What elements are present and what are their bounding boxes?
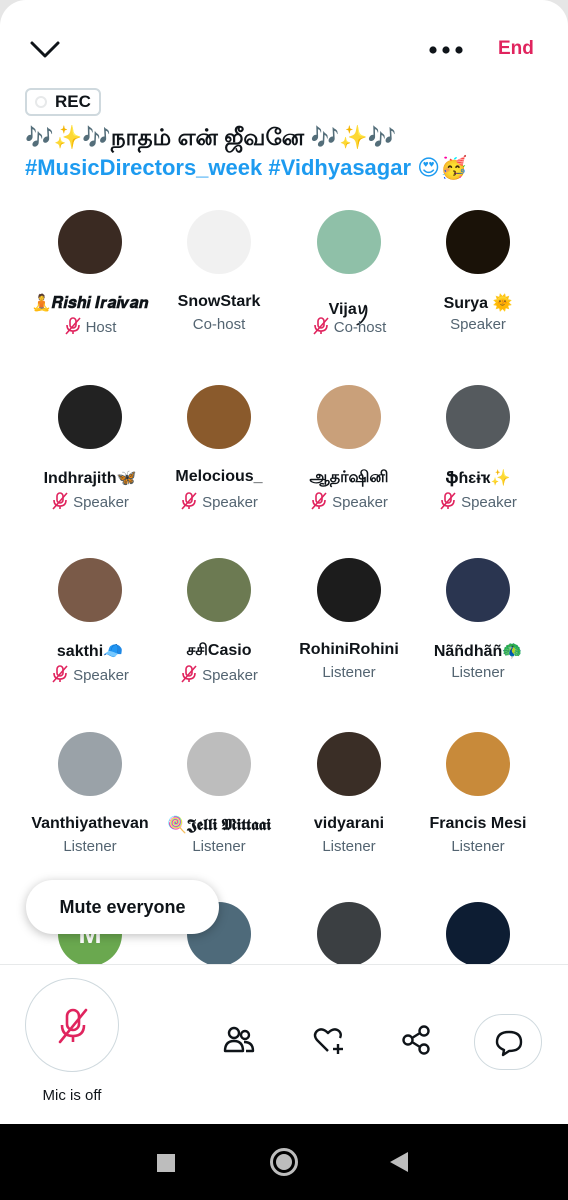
participant-role: Listener [284,838,414,860]
avatar[interactable] [317,385,381,449]
role-label: Co-host [192,316,246,333]
role-label: Speaker [450,316,506,333]
mic-off-icon [440,492,456,510]
avatar[interactable] [317,732,381,796]
space-sheet: End REC 🎶✨🎶நாதம் என் ஜீவனே 🎶✨🎶 #MusicDir… [0,0,568,1124]
rec-badge: REC [25,88,101,116]
mic-off-icon [52,492,68,510]
mic-status-label: Mic is off [42,1087,102,1104]
participant-role: Listener [284,664,414,686]
more-icon[interactable] [426,38,466,62]
participant-role: Listener [413,838,543,860]
participant-name: vidyarani [313,815,385,832]
mic-off-icon [313,317,329,335]
mic-off-icon [181,665,197,683]
home-icon[interactable] [270,1148,298,1176]
space-title-line-2: #MusicDirectors_week #Vidhyasagar 😍🥳 [25,155,468,180]
avatar[interactable] [58,385,122,449]
mic-toggle-button[interactable] [25,978,119,1072]
mic-off-icon [58,1008,88,1044]
recents-icon[interactable] [157,1154,175,1172]
role-label: Co-host [333,319,387,336]
end-button[interactable]: End [498,38,554,60]
role-label: Speaker [461,494,517,511]
avatar[interactable] [317,210,381,274]
role-label: Listener [63,838,117,855]
android-nav-bar [0,1124,568,1200]
avatar[interactable] [317,902,381,966]
role-label: Listener [451,838,505,855]
avatar[interactable] [187,210,251,274]
avatar[interactable] [58,732,122,796]
mute-everyone-button[interactable]: Mute everyone [26,880,219,934]
avatar[interactable] [187,385,251,449]
role-label: Listener [451,664,505,681]
role-label: Listener [322,664,376,681]
rec-label: REC [55,92,91,111]
participant-name: Vanthiyathevan [31,815,149,832]
participant-name: ֆɦɛɨҡ✨ [445,470,511,487]
role-label: Speaker [202,667,258,684]
avatar[interactable] [58,210,122,274]
participant-role: Speaker [25,491,155,513]
participant-role: Speaker [413,491,543,513]
avatar[interactable] [187,732,251,796]
participant-name: Francis Mesi [429,815,527,832]
top-bar: End [0,0,568,90]
role-label: Speaker [73,494,129,511]
participant-role: Listener [154,838,284,860]
role-label: Speaker [332,494,388,511]
chevron-down-icon[interactable] [28,34,62,64]
avatar[interactable] [446,558,510,622]
participant-name: சசிCasio [186,642,252,659]
participant-name: Indhrajith🦋 [43,470,137,487]
participant-role: Speaker [154,491,284,513]
participant-role: Co-host [154,316,284,338]
participant-name: 🧘𝑹𝒊𝒔𝒉𝒊 𝑰𝒓𝒂𝒊𝒗𝒂𝒏 [31,295,149,312]
share-icon[interactable] [399,1023,433,1057]
mic-off-icon [181,492,197,510]
avatar[interactable] [446,385,510,449]
mic-off-icon [311,492,327,510]
people-icon[interactable] [222,1023,256,1057]
bottom-bar: Mic is off [0,965,568,1124]
chat-button[interactable] [474,1014,542,1070]
role-label: Speaker [202,494,258,511]
participant-name: Nãñdhãñ🦚 [433,643,523,660]
avatar[interactable] [446,902,510,966]
participant-name: 🍭𝕵𝖊𝖑𝖑𝖎 𝕸𝖎𝖙𝖙𝖆𝖆𝖎 [166,817,272,834]
mic-off-icon [52,665,68,683]
back-icon[interactable] [390,1152,408,1172]
chat-bubble-icon [495,1030,523,1057]
avatar[interactable] [446,210,510,274]
role-label: Listener [192,838,246,855]
avatar[interactable] [317,558,381,622]
participant-name: SnowStark [177,293,261,310]
mic-off-icon [64,317,81,335]
participant-role: Host [25,316,155,338]
participant-name: Melocious_ [175,468,263,485]
heart-plus-icon[interactable] [311,1023,345,1057]
participant-role: Speaker [413,316,543,338]
participant-role: Speaker [154,664,284,686]
participant-role: Listener [413,664,543,686]
avatar[interactable] [187,558,251,622]
participant-role: Co-host [284,316,414,338]
role-label: Listener [322,838,376,855]
avatar[interactable] [446,732,510,796]
participant-name: ஆதர்ஷினி [309,469,389,486]
space-title-line-1: 🎶✨🎶நாதம் என் ஜீவனே 🎶✨🎶 [25,124,397,150]
role-label: Speaker [73,667,129,684]
participant-role: Speaker [284,491,414,513]
role-label: Host [85,319,117,336]
participant-role: Speaker [25,664,155,686]
record-dot-icon [35,96,47,108]
participant-name: sakthi🧢 [56,643,124,660]
participant-name: RohiniRohini [299,641,399,658]
participant-role: Listener [25,838,155,860]
avatar[interactable] [58,558,122,622]
participant-name: Surya 🌞 [443,295,513,312]
